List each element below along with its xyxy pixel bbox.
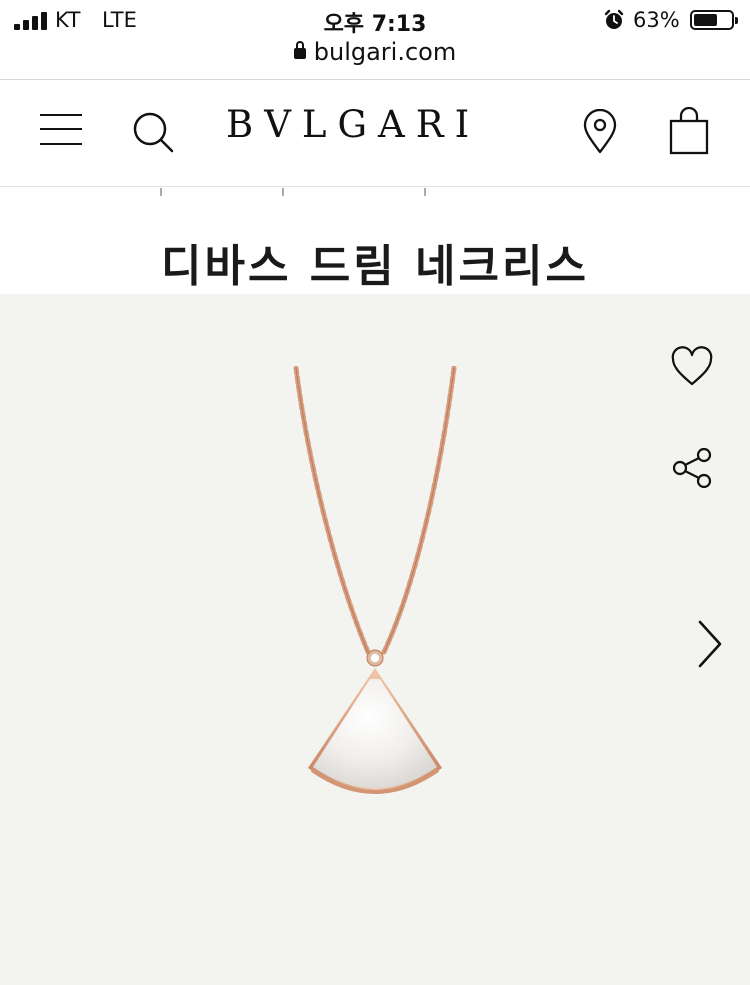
site-header: BVLGARI bbox=[0, 81, 750, 187]
divider bbox=[282, 188, 284, 196]
battery-level-fill bbox=[694, 14, 717, 26]
product-gallery[interactable] bbox=[0, 294, 750, 985]
necklace-product-image bbox=[293, 366, 457, 794]
brand-logo[interactable]: BVLGARI bbox=[226, 103, 526, 146]
product-title: 디바스 드림 네크리스 bbox=[161, 241, 589, 292]
divider bbox=[160, 188, 162, 196]
heart-icon[interactable] bbox=[670, 346, 714, 390]
search-icon[interactable] bbox=[130, 109, 176, 155]
shopping-bag-icon[interactable] bbox=[668, 107, 710, 155]
alarm-clock-icon bbox=[604, 9, 624, 29]
location-pin-icon[interactable] bbox=[581, 109, 619, 155]
address-bar[interactable]: bulgari.com bbox=[0, 38, 750, 66]
status-bar: KT LTE 오후 7:13 bulgari.com 63% bbox=[0, 0, 750, 80]
divider bbox=[424, 188, 426, 196]
lock-icon bbox=[293, 41, 306, 59]
share-icon[interactable] bbox=[670, 446, 714, 490]
hamburger-menu-icon[interactable] bbox=[40, 112, 82, 146]
chevron-right-icon[interactable] bbox=[692, 618, 726, 670]
battery-percentage: 63% bbox=[633, 8, 680, 32]
product-title-section: 디바스 드림 네크리스 bbox=[0, 188, 750, 294]
url-text: bulgari.com bbox=[313, 38, 457, 66]
battery-icon bbox=[690, 10, 738, 30]
